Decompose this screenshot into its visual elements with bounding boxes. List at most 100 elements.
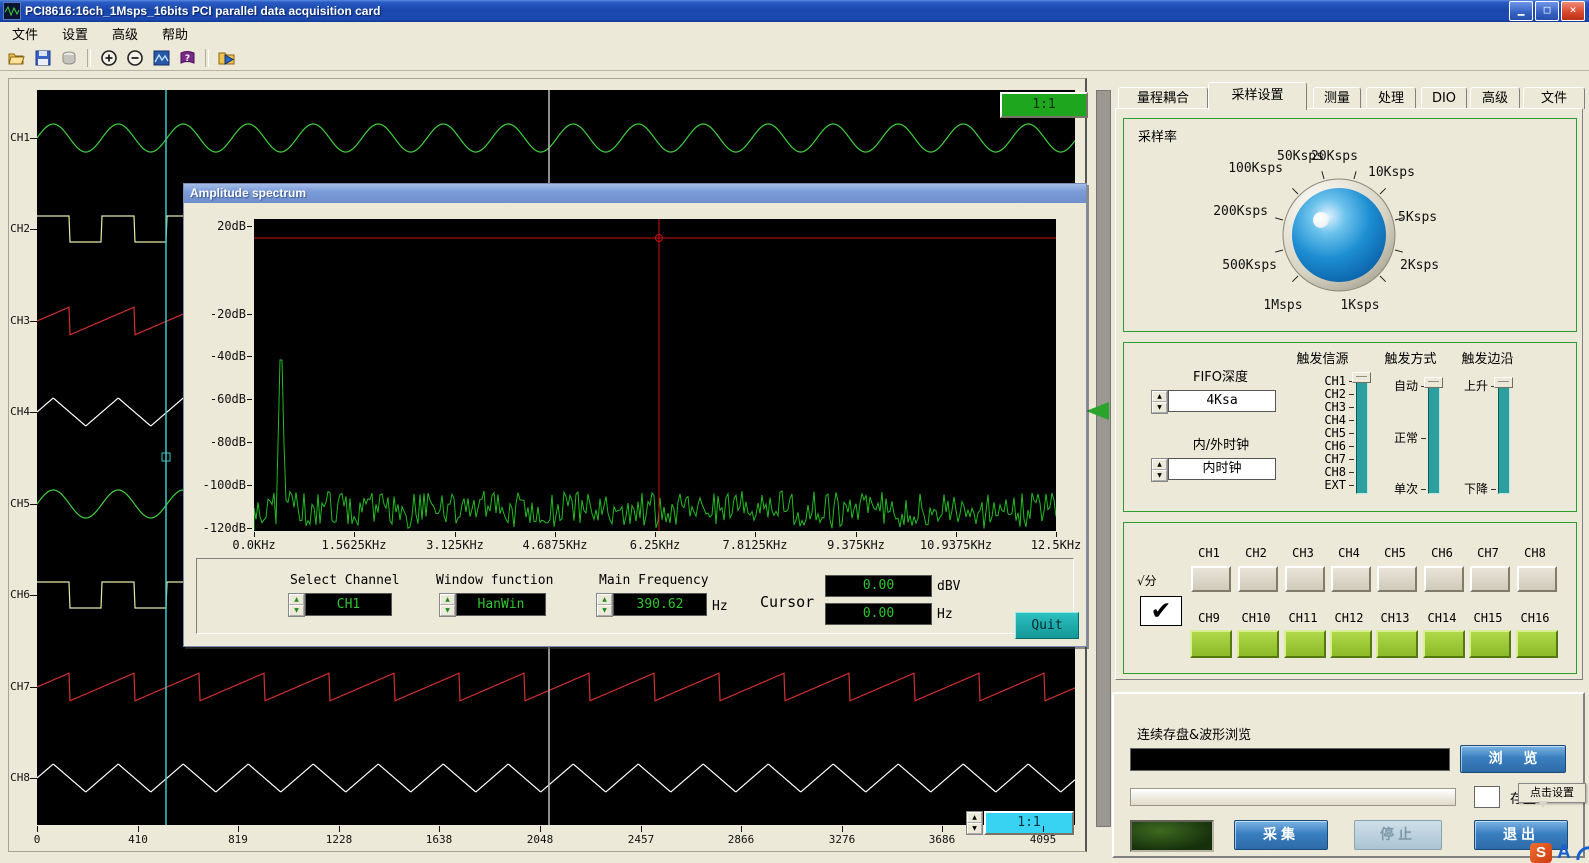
channel-key-ch3[interactable] (1285, 566, 1325, 592)
ime-logo-icon[interactable]: S (1530, 843, 1552, 863)
trigger-source-option-4[interactable]: CH4 (1286, 414, 1346, 426)
trigger-source-option-8[interactable]: CH8 (1286, 466, 1346, 478)
tab-1[interactable]: 量程耦合 (1118, 87, 1208, 109)
channel-key-ch11[interactable] (1284, 630, 1326, 658)
save-checkbox[interactable] (1474, 786, 1500, 808)
channel-key-ch16[interactable] (1516, 630, 1558, 658)
channel-key-ch1[interactable] (1191, 566, 1231, 592)
trigger-edge-slider[interactable] (1498, 383, 1510, 494)
close-button[interactable]: ✕ (1561, 1, 1585, 21)
main-frequency-value[interactable]: 390.62 (613, 593, 707, 616)
sample-rate-option-100ksps[interactable]: 100Ksps (1228, 161, 1283, 176)
channel-key-ch15[interactable] (1469, 630, 1511, 658)
channel-key-ch7[interactable] (1470, 566, 1510, 592)
channel-key-ch14[interactable] (1423, 630, 1465, 658)
spectrum-plot[interactable] (254, 219, 1056, 531)
tab-6[interactable]: 高级 (1470, 87, 1520, 109)
stepper-down-icon[interactable]: ▼ (440, 605, 455, 616)
zoom-out-icon[interactable] (123, 47, 147, 69)
stepper-up-icon[interactable]: ▲ (1152, 391, 1167, 402)
stepper-up-icon[interactable]: ▲ (289, 594, 304, 605)
waveform-display-icon[interactable] (149, 47, 173, 69)
tab-3[interactable]: 测量 (1313, 87, 1361, 109)
channel-key-ch10[interactable] (1237, 630, 1279, 658)
ime-extra-icon[interactable] (1576, 844, 1589, 862)
stepper-up-icon[interactable]: ▲ (597, 594, 612, 605)
trigger-mode-slider[interactable] (1428, 383, 1440, 494)
sample-rate-knob[interactable]: 1Msps500Ksps200Ksps100Ksps50Ksps20Ksps10… (1123, 118, 1575, 330)
trigger-source-option-3[interactable]: CH3 (1286, 401, 1346, 413)
trigger-mode-option-2[interactable]: 正常 (1358, 432, 1418, 444)
stepper-down-icon[interactable]: ▼ (289, 605, 304, 616)
select-channel-value[interactable]: CH1 (305, 593, 392, 616)
sample-rate-option-200ksps[interactable]: 200Ksps (1213, 204, 1268, 219)
spectrum-window-titlebar[interactable]: Amplitude spectrum (184, 184, 1086, 203)
split-display-checkbox[interactable]: ✔ (1140, 596, 1182, 626)
quit-button[interactable]: Quit (1015, 612, 1079, 639)
channel-key-ch5[interactable] (1377, 566, 1417, 592)
stepper-down-icon[interactable]: ▼ (1152, 402, 1167, 413)
channel-key-ch12[interactable] (1330, 630, 1372, 658)
tab-5[interactable]: DIO (1421, 87, 1467, 109)
clock-source-stepper[interactable]: ▲ ▼ (1151, 458, 1168, 482)
window-function-value[interactable]: HanWin (456, 593, 546, 616)
trigger-source-option-1[interactable]: CH1 (1286, 375, 1346, 387)
trigger-mode-option-3[interactable]: 单次 (1358, 483, 1418, 495)
maximize-button[interactable]: □ (1535, 1, 1559, 21)
channel-key-ch6[interactable] (1424, 566, 1464, 592)
browse-button[interactable]: 浏 览 (1460, 745, 1566, 773)
channel-key-ch8[interactable] (1517, 566, 1557, 592)
trigger-source-option-5[interactable]: CH5 (1286, 427, 1346, 439)
minimize-button[interactable]: ▁ (1509, 1, 1533, 21)
stop-button[interactable]: 停止 (1354, 820, 1442, 850)
save-path-field[interactable] (1130, 748, 1450, 771)
stepper-down-icon[interactable]: ▼ (1152, 470, 1167, 481)
tab-7[interactable]: 文件 (1523, 87, 1585, 109)
menu-item-3[interactable]: 高级 (100, 21, 150, 46)
sample-rate-option-20ksps[interactable]: 20Ksps (1311, 149, 1358, 164)
trigger-source-option-9[interactable]: EXT (1286, 479, 1346, 491)
run-icon[interactable] (215, 47, 239, 69)
stepper-down-icon[interactable]: ▼ (597, 605, 612, 616)
sample-rate-option-5ksps[interactable]: 5Ksps (1398, 210, 1437, 225)
stepper-up-icon[interactable]: ▲ (967, 812, 982, 823)
trigger-source-option-6[interactable]: CH6 (1286, 440, 1346, 452)
save-file-icon[interactable] (31, 47, 55, 69)
trigger-edge-slider-handle[interactable] (1494, 377, 1513, 388)
channel-key-ch9[interactable] (1190, 630, 1232, 658)
zoom-in-icon[interactable] (97, 47, 121, 69)
amplitude-spectrum-window[interactable]: Amplitude spectrum Select Channel ▲ ▼ CH… (183, 183, 1087, 647)
window-function-stepper[interactable]: ▲ ▼ (439, 593, 456, 617)
knob-ball[interactable] (1292, 188, 1386, 282)
trigger-source-option-2[interactable]: CH2 (1286, 388, 1346, 400)
acquire-button[interactable]: 采集 (1234, 820, 1328, 850)
clock-source-value[interactable]: 内时钟 (1168, 458, 1276, 480)
snapshot-icon[interactable] (57, 47, 81, 69)
trigger-edge-option-2[interactable]: 下降 (1428, 483, 1488, 495)
menu-item-1[interactable]: 文件 (0, 21, 50, 46)
tab-4[interactable]: 处理 (1366, 87, 1416, 109)
help-icon[interactable]: ? (175, 47, 199, 69)
x-zoom-stepper[interactable]: ▲ ▼ (966, 811, 983, 835)
fifo-depth-value[interactable]: 4Ksa (1168, 390, 1276, 412)
menu-item-4[interactable]: 帮助 (150, 21, 200, 46)
stepper-up-icon[interactable]: ▲ (1152, 459, 1167, 470)
channel-key-ch4[interactable] (1331, 566, 1371, 592)
ime-mode-icon[interactable]: A (1557, 842, 1571, 863)
stepper-up-icon[interactable]: ▲ (440, 594, 455, 605)
sample-rate-option-1msps[interactable]: 1Msps (1263, 298, 1302, 313)
open-file-icon[interactable] (5, 47, 29, 69)
fifo-depth-stepper[interactable]: ▲ ▼ (1151, 390, 1168, 414)
trigger-source-option-7[interactable]: CH7 (1286, 453, 1346, 465)
sample-rate-option-500ksps[interactable]: 500Ksps (1222, 258, 1277, 273)
select-channel-stepper[interactable]: ▲ ▼ (288, 593, 305, 617)
sample-rate-option-10ksps[interactable]: 10Ksps (1368, 165, 1415, 180)
main-frequency-stepper[interactable]: ▲ ▼ (596, 593, 613, 617)
sample-rate-option-1ksps[interactable]: 1Ksps (1340, 298, 1379, 313)
channel-key-ch2[interactable] (1238, 566, 1278, 592)
menu-item-2[interactable]: 设置 (50, 21, 100, 46)
sample-rate-option-2ksps[interactable]: 2Ksps (1400, 258, 1439, 273)
trigger-edge-option-1[interactable]: 上升 (1428, 380, 1488, 392)
tab-2[interactable]: 采样设置 (1208, 82, 1307, 110)
panel-splitter[interactable] (1096, 90, 1111, 827)
